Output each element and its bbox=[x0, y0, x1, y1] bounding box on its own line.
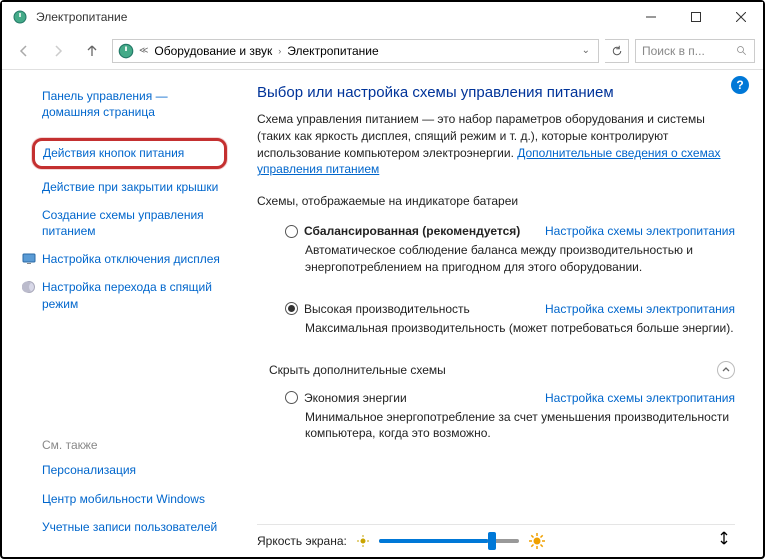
sun-bright-icon bbox=[529, 533, 545, 549]
see-also-header: См. также bbox=[42, 438, 221, 452]
sidebar-item-lid-close[interactable]: Действие при закрытии крышки bbox=[42, 179, 221, 195]
see-also-mobility-center[interactable]: Центр мобильности Windows bbox=[42, 491, 221, 507]
plan-description: Минимальное энергопотребление за счет ум… bbox=[285, 409, 735, 443]
plan-description: Максимальная производительность (может п… bbox=[285, 320, 735, 337]
radio-power-saver[interactable] bbox=[285, 391, 298, 404]
sidebar-item-sleep[interactable]: Настройка перехода в спящий режим bbox=[42, 279, 221, 311]
sidebar: Панель управления — домашняя страница Де… bbox=[2, 70, 237, 557]
minimize-button[interactable] bbox=[628, 2, 673, 32]
sidebar-item-display-off[interactable]: Настройка отключения дисплея bbox=[42, 251, 221, 267]
highlight-annotation: Действия кнопок питания bbox=[32, 138, 227, 168]
plan-settings-link[interactable]: Настройка схемы электропитания bbox=[545, 224, 735, 238]
breadcrumb-page[interactable]: Электропитание bbox=[285, 44, 380, 58]
maximize-button[interactable] bbox=[673, 2, 718, 32]
section-additional-plans: Скрыть дополнительные схемы bbox=[269, 363, 446, 377]
search-icon bbox=[736, 45, 748, 57]
collapse-button[interactable] bbox=[717, 361, 735, 379]
slider-thumb[interactable] bbox=[488, 532, 496, 550]
radio-high-performance[interactable] bbox=[285, 302, 298, 315]
page-description: Схема управления питанием — это набор па… bbox=[257, 111, 735, 178]
plan-name: Высокая производительность bbox=[304, 302, 470, 316]
forward-button[interactable] bbox=[44, 37, 72, 65]
control-panel-home-link[interactable]: Панель управления — домашняя страница bbox=[42, 88, 221, 120]
brightness-slider[interactable] bbox=[379, 539, 519, 543]
see-also-user-accounts[interactable]: Учетные записи пользователей bbox=[42, 519, 221, 535]
resize-grip[interactable] bbox=[717, 531, 731, 545]
close-button[interactable] bbox=[718, 2, 763, 32]
plan-name: Сбалансированная (рекомендуется) bbox=[304, 224, 520, 238]
plan-settings-link[interactable]: Настройка схемы электропитания bbox=[545, 391, 735, 405]
chevron-right-icon: ≪ bbox=[137, 45, 150, 56]
sun-dim-icon bbox=[357, 535, 369, 547]
plan-balanced: Сбалансированная (рекомендуется) Настрой… bbox=[257, 218, 735, 290]
window-title: Электропитание bbox=[36, 10, 628, 24]
breadcrumb-category[interactable]: Оборудование и звук bbox=[152, 44, 274, 58]
see-also-personalization[interactable]: Персонализация bbox=[42, 462, 221, 478]
sidebar-item-create-plan[interactable]: Создание схемы управления питанием bbox=[42, 207, 221, 239]
moon-icon bbox=[22, 280, 36, 294]
main-content: ? Выбор или настройка схемы управления п… bbox=[237, 70, 763, 557]
breadcrumb[interactable]: ≪ Оборудование и звук › Электропитание ⌄ bbox=[112, 39, 599, 63]
brightness-control: Яркость экрана: bbox=[257, 524, 735, 549]
section-battery-plans: Схемы, отображаемые на индикаторе батаре… bbox=[257, 194, 735, 208]
up-button[interactable] bbox=[78, 37, 106, 65]
page-title: Выбор или настройка схемы управления пит… bbox=[257, 84, 735, 101]
plan-name: Экономия энергии bbox=[304, 391, 407, 405]
help-icon[interactable]: ? bbox=[731, 76, 749, 94]
power-options-icon bbox=[12, 9, 28, 25]
monitor-icon bbox=[22, 252, 36, 266]
sidebar-item-power-buttons[interactable]: Действия кнопок питания bbox=[43, 145, 216, 161]
radio-balanced[interactable] bbox=[285, 225, 298, 238]
power-options-icon bbox=[117, 42, 135, 60]
search-input[interactable]: Поиск в п... bbox=[635, 39, 755, 63]
plan-power-saver: Экономия энергии Настройка схемы электро… bbox=[257, 385, 735, 457]
search-placeholder: Поиск в п... bbox=[642, 44, 705, 58]
plan-high-performance: Высокая производительность Настройка схе… bbox=[257, 296, 735, 351]
plan-description: Автоматическое соблюдение баланса между … bbox=[285, 242, 735, 276]
chevron-right-icon: › bbox=[276, 46, 283, 56]
brightness-label: Яркость экрана: bbox=[257, 534, 347, 548]
refresh-button[interactable] bbox=[605, 39, 629, 63]
breadcrumb-dropdown[interactable]: ⌄ bbox=[578, 45, 594, 56]
back-button[interactable] bbox=[10, 37, 38, 65]
plan-settings-link[interactable]: Настройка схемы электропитания bbox=[545, 302, 735, 316]
